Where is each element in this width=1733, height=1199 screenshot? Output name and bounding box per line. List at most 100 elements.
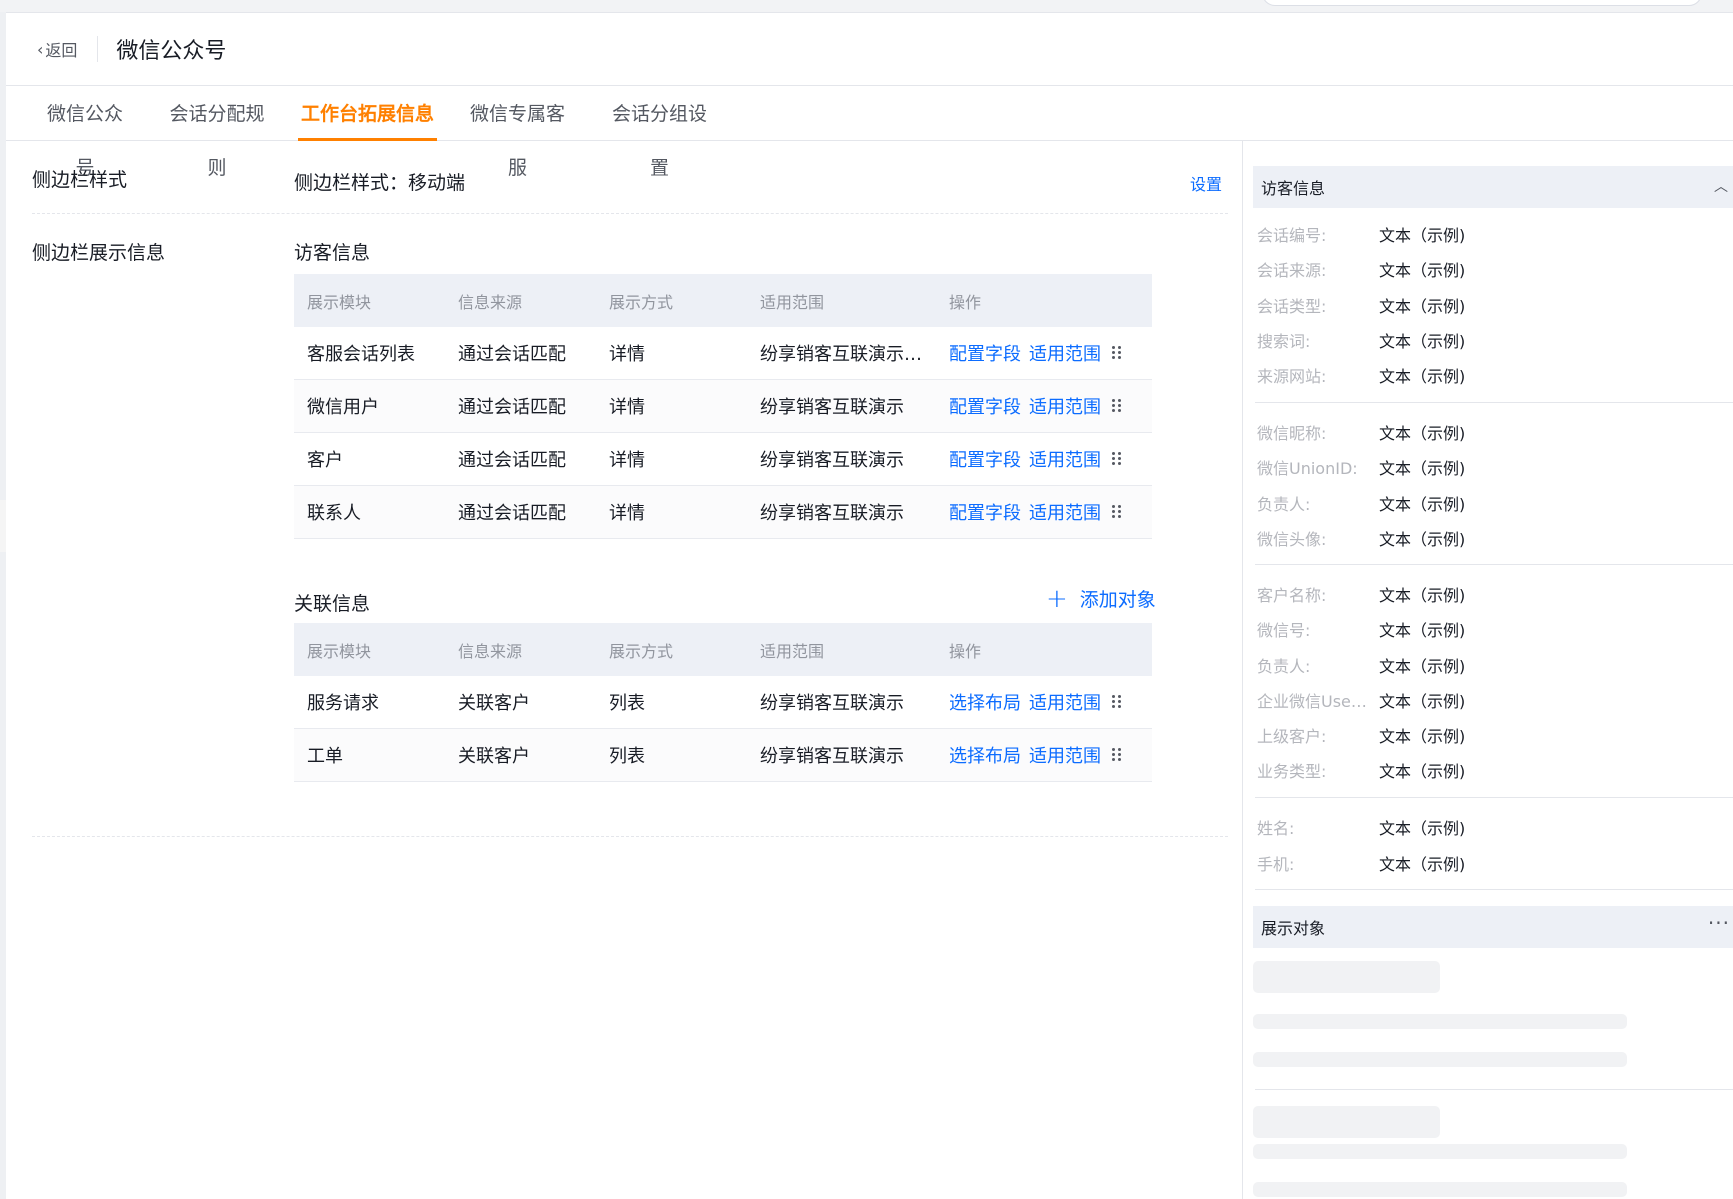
- apply-scope-link[interactable]: 适用范围: [1029, 499, 1101, 525]
- column-header: 适用范围: [760, 292, 825, 312]
- preview-field: 微信UnionID: 文本（示例): [1257, 455, 1465, 479]
- field-value: 文本（示例): [1379, 332, 1466, 351]
- cell-source: 通过会话匹配: [458, 503, 566, 524]
- cell-scope: 纷享销客互联演示: [760, 397, 904, 418]
- drag-handle-icon[interactable]: [1111, 747, 1123, 763]
- configure-fields-link[interactable]: 配置字段: [949, 340, 1021, 366]
- drag-handle-icon[interactable]: [1111, 451, 1123, 467]
- field-value: 文本（示例): [1379, 657, 1466, 676]
- tab-session-group[interactable]: 会话分组设置: [608, 87, 711, 179]
- cell-module: 客服会话列表: [307, 344, 415, 365]
- main-content: 侧边栏样式 侧边栏样式：移动端 设置 侧边栏展示信息 访客信息 展示模块 信息来…: [6, 141, 1242, 1199]
- back-button[interactable]: ‹ 返回: [37, 37, 77, 61]
- cell-module: 联系人: [307, 503, 361, 524]
- add-object-button[interactable]: + 添加对象: [1046, 585, 1156, 612]
- sidebar-style-value: 侧边栏样式：移动端: [294, 172, 466, 194]
- field-value: 文本（示例): [1379, 226, 1466, 245]
- global-search-box[interactable]: [1262, 0, 1702, 6]
- add-object-label: 添加对象: [1079, 589, 1156, 611]
- display-objects-header: 展示对象 ···: [1253, 906, 1733, 948]
- configure-fields-link[interactable]: 配置字段: [949, 446, 1021, 472]
- apply-scope-link[interactable]: 适用范围: [1029, 340, 1101, 366]
- field-label: 负责人:: [1257, 495, 1311, 514]
- column-header: 适用范围: [760, 641, 825, 661]
- cell-actions: 配置字段 适用范围: [936, 499, 1152, 525]
- drag-handle-icon[interactable]: [1111, 504, 1123, 520]
- apply-scope-link[interactable]: 适用范围: [1029, 742, 1101, 768]
- visitor-section-title: 访客信息: [294, 242, 371, 264]
- tab-workbench-extension[interactable]: 工作台拓展信息: [298, 87, 437, 141]
- skeleton-line: [1253, 1052, 1627, 1067]
- page-header: ‹ 返回 微信公众号: [6, 13, 1733, 86]
- related-table: 展示模块 信息来源 展示方式 适用范围 操作 服务请求 关联客户 列表 纷享销客…: [294, 623, 1152, 782]
- cell-module: 服务请求: [307, 693, 379, 714]
- group-divider: [1255, 797, 1733, 798]
- column-header: 展示模块: [307, 292, 372, 312]
- sidebar-preview: 访客信息 ︿ 会话编号: 文本（示例) 会话来源: 文本（示例) 会话类型: 文本（示…: [1242, 141, 1733, 1199]
- settings-link[interactable]: 设置: [1190, 171, 1222, 195]
- drag-handle-icon[interactable]: [1111, 694, 1123, 710]
- drag-handle-icon[interactable]: [1111, 345, 1123, 361]
- more-icon[interactable]: ···: [1708, 911, 1730, 935]
- group-divider: [1255, 564, 1733, 565]
- visitor-table: 展示模块 信息来源 展示方式 适用范围 操作 客服会话列表 通过会话匹配 详情 …: [294, 274, 1152, 539]
- preview-field: 微信头像: 文本（示例): [1257, 526, 1465, 550]
- cell-mode: 详情: [609, 344, 645, 365]
- visitor-info-header[interactable]: 访客信息 ︿: [1253, 166, 1733, 208]
- chevron-up-icon[interactable]: ︿: [1714, 176, 1728, 196]
- chevron-left-icon: ‹: [37, 39, 44, 59]
- column-header: 操作: [949, 641, 982, 661]
- field-value: 文本（示例): [1379, 297, 1466, 316]
- configure-fields-link[interactable]: 配置字段: [949, 393, 1021, 419]
- field-label: 微信头像:: [1257, 530, 1327, 549]
- field-label: 客户名称:: [1257, 586, 1327, 605]
- tab-session-rules[interactable]: 会话分配规则: [166, 87, 268, 179]
- tab-exclusive-service[interactable]: 微信专属客服: [466, 87, 569, 179]
- field-value: 文本（示例): [1379, 459, 1466, 478]
- cell-scope: 纷享销客互联演示空间: [760, 344, 936, 365]
- apply-scope-link[interactable]: 适用范围: [1029, 689, 1101, 715]
- apply-scope-link[interactable]: 适用范围: [1029, 393, 1101, 419]
- cell-actions: 配置字段 适用范围: [936, 340, 1152, 366]
- field-label: 手机:: [1257, 855, 1295, 874]
- cell-source: 通过会话匹配: [458, 450, 566, 471]
- related-section-title: 关联信息: [294, 593, 371, 615]
- table-header: 展示模块 信息来源 展示方式 适用范围 操作: [294, 623, 1152, 676]
- cell-mode: 列表: [609, 746, 645, 767]
- field-value: 文本（示例): [1379, 727, 1466, 746]
- configure-fields-link[interactable]: 配置字段: [949, 499, 1021, 525]
- field-label: 负责人:: [1257, 657, 1311, 676]
- field-value: 文本（示例): [1379, 819, 1466, 838]
- field-value: 文本（示例): [1379, 530, 1466, 549]
- tab-wechat-account[interactable]: 微信公众号: [42, 87, 128, 179]
- header-divider: [97, 36, 99, 62]
- column-header: 展示方式: [609, 292, 674, 312]
- cell-mode: 列表: [609, 693, 645, 714]
- cell-scope: 纷享销客互联演示: [760, 693, 904, 714]
- cell-source: 通过会话匹配: [458, 344, 566, 365]
- preview-field: 会话编号: 文本（示例): [1257, 222, 1465, 246]
- preview-field: 企业微信UserID: 文本（示例): [1257, 688, 1465, 712]
- preview-field: 会话类型: 文本（示例): [1257, 293, 1465, 317]
- cell-mode: 详情: [609, 450, 645, 471]
- field-label: 微信UnionID:: [1257, 459, 1358, 478]
- select-layout-link[interactable]: 选择布局: [949, 689, 1021, 715]
- drag-handle-icon[interactable]: [1111, 398, 1123, 414]
- preview-field: 微信号: 文本（示例): [1257, 617, 1465, 641]
- field-value: 文本（示例): [1379, 762, 1466, 781]
- field-label: 搜索词:: [1257, 332, 1311, 351]
- plus-icon: +: [1046, 583, 1068, 614]
- table-row: 联系人 通过会话匹配 详情 纷享销客互联演示 配置字段 适用范围: [294, 486, 1152, 539]
- field-label: 会话类型:: [1257, 297, 1327, 316]
- cell-mode: 详情: [609, 397, 645, 418]
- field-label: 上级客户:: [1257, 727, 1327, 746]
- preview-field: 搜索词: 文本（示例): [1257, 328, 1465, 352]
- cell-source: 通过会话匹配: [458, 397, 566, 418]
- apply-scope-link[interactable]: 适用范围: [1029, 446, 1101, 472]
- divider: [32, 213, 1228, 214]
- cell-mode: 详情: [609, 503, 645, 524]
- preview-field: 微信昵称: 文本（示例): [1257, 420, 1465, 444]
- cell-actions: 配置字段 适用范围: [936, 393, 1152, 419]
- select-layout-link[interactable]: 选择布局: [949, 742, 1021, 768]
- skeleton-block: [1253, 1106, 1440, 1138]
